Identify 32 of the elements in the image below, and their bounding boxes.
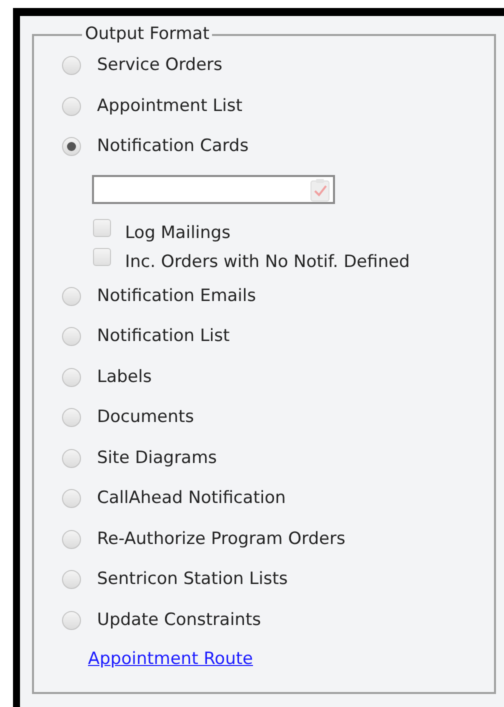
checkbox[interactable]: [93, 248, 111, 266]
radio-button[interactable]: [62, 137, 81, 156]
radio-button[interactable]: [62, 530, 81, 549]
option-label: Update Constraints: [97, 608, 261, 632]
option-label: Service Orders: [97, 54, 222, 77]
option-label: Notification List: [97, 325, 230, 348]
radio-button[interactable]: [62, 96, 81, 116]
radio-button[interactable]: [62, 408, 81, 428]
clipboard-check-icon[interactable]: [309, 178, 331, 202]
radio-button[interactable]: [62, 489, 81, 508]
link[interactable]: Appointment Route: [88, 648, 253, 668]
radio-button[interactable]: [62, 56, 81, 76]
option-label: Appointment List: [97, 94, 242, 118]
group-title: Output Format: [84, 23, 210, 46]
radio-button[interactable]: [62, 327, 81, 346]
radio-button[interactable]: [62, 368, 81, 387]
radio-button[interactable]: [62, 286, 81, 306]
radio-button[interactable]: [62, 448, 81, 468]
option-label: Sentricon Station Lists: [97, 568, 288, 591]
option-label: Notification Emails: [97, 284, 256, 308]
option-label: CallAhead Notification: [97, 487, 286, 510]
option-label: Labels: [97, 366, 152, 388]
checkbox-label: Log Mailings: [125, 222, 230, 244]
option-label: Notification Cards: [97, 135, 249, 158]
option-label: Re-Authorize Program Orders: [97, 528, 346, 550]
radio-button[interactable]: [62, 610, 81, 630]
radio-button[interactable]: [62, 570, 81, 590]
option-label: Documents: [97, 406, 194, 429]
input-field[interactable]: [92, 175, 335, 204]
checkbox-label: Inc. Orders with No Notif. Defined: [125, 250, 410, 274]
checkbox[interactable]: [93, 219, 111, 237]
option-label: Site Diagrams: [97, 446, 217, 470]
